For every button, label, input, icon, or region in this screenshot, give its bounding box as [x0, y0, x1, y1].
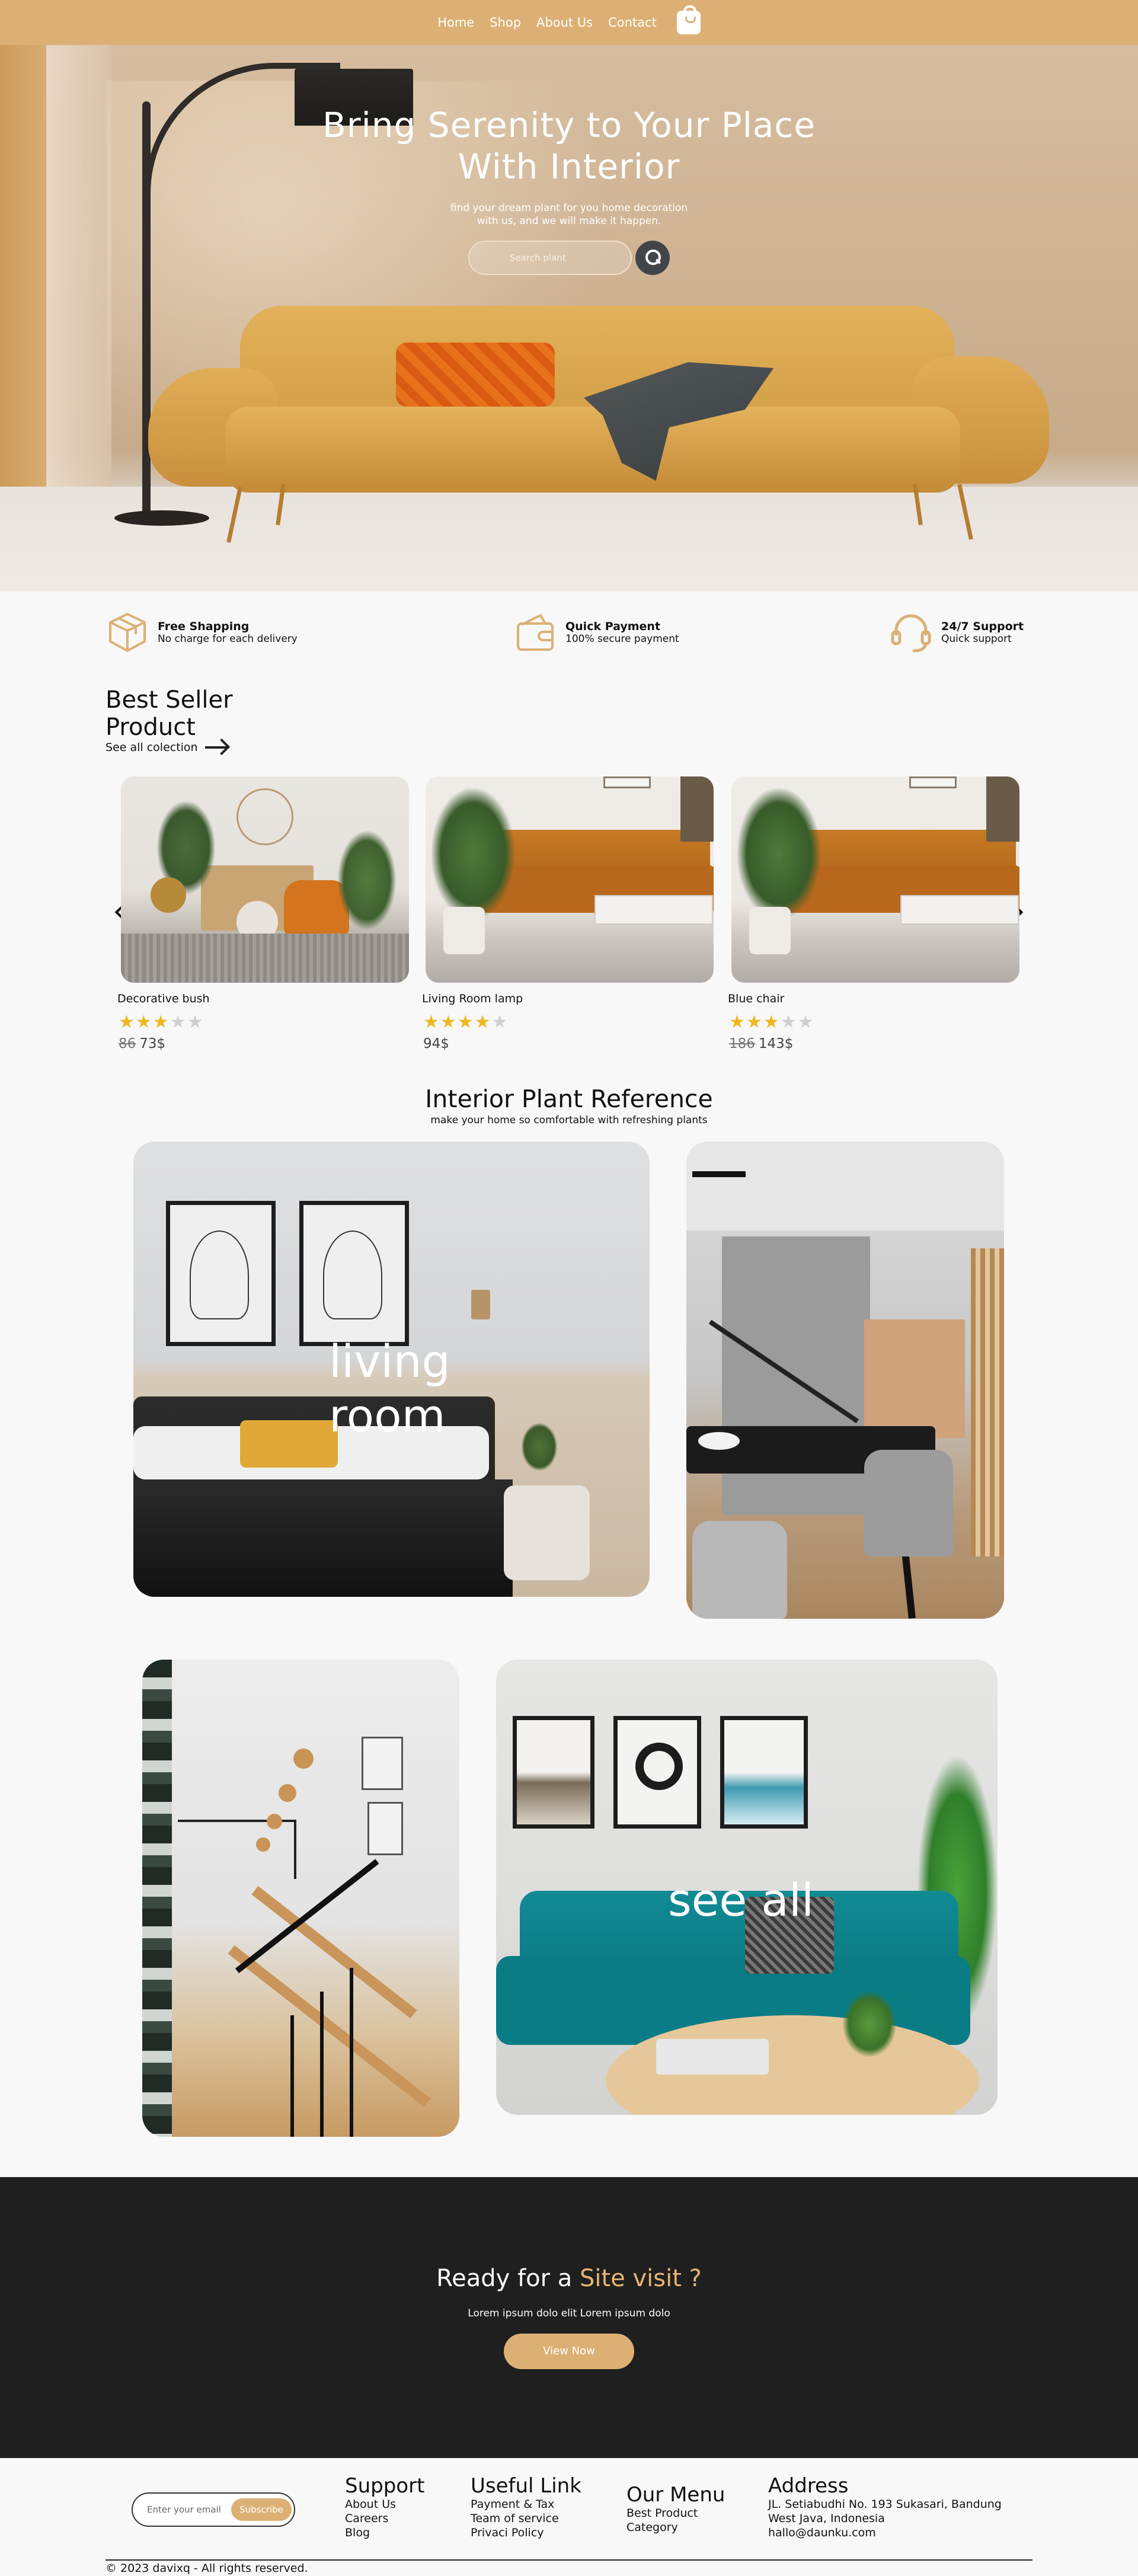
best-seller-title: Best Seller Product [106, 686, 260, 741]
product-price: 186 143$ [729, 1036, 1019, 1052]
footer-link[interactable]: Blog [345, 2526, 424, 2540]
living-room-tile[interactable]: living room [133, 1142, 650, 1597]
hero-title: Bring Serenity to Your Place With Interi… [0, 104, 1138, 187]
product-card[interactable]: Decorative bush ★★★★★ 86 73$ [117, 776, 409, 1052]
feature-title: Free Shapping [158, 620, 250, 633]
product-rating: ★★★★★ [119, 1012, 204, 1033]
product-new-price: 73$ [139, 1036, 166, 1052]
product-old-price: 86 [119, 1036, 136, 1052]
feature-title: 24/7 Support [941, 620, 1024, 633]
product-image [731, 776, 1019, 983]
living-room-label: living room [329, 1334, 450, 1443]
stairs-tile[interactable] [142, 1660, 459, 2137]
footer-link[interactable]: Category [626, 2520, 725, 2535]
product-card[interactable]: Living Room lamp ★★★★★ 94$ [422, 776, 714, 1052]
feature-quick-payment: Quick Payment 100% secure payment [513, 611, 679, 654]
feature-title: Quick Payment [565, 620, 661, 633]
product-image [121, 776, 409, 983]
see-all-collection-label: See all colection [106, 741, 198, 754]
see-all-collection-link[interactable]: See all colection [106, 741, 228, 754]
copyright: © 2023 davixq - All rights reserved. [106, 2562, 308, 2575]
best-seller-title-line2: Product [106, 714, 196, 741]
feature-free-shipping: Free Shapping No charge for each deliver… [106, 611, 298, 654]
search-input[interactable]: Search plant [468, 241, 632, 275]
footer-link[interactable]: Payment & Tax [471, 2497, 581, 2511]
wallet-icon [513, 611, 557, 654]
product-price: 86 73$ [119, 1036, 409, 1052]
footer-useful-links: Useful Link Payment & Tax Team of servic… [471, 2475, 581, 2540]
hero-subtitle: find your dream plant for you home decor… [0, 202, 1138, 228]
sofa-pillow [396, 343, 555, 407]
footer-link[interactable]: Best Product [626, 2506, 725, 2520]
footer-divider [106, 2559, 1032, 2561]
dining-room-tile[interactable] [686, 1142, 1004, 1619]
cta-title-start: Ready for a [436, 2265, 580, 2292]
product-price: 94$ [423, 1036, 714, 1052]
hero-floor [0, 487, 1138, 592]
footer-heading: Support [345, 2474, 425, 2498]
sofa-seat [225, 407, 960, 493]
address-line: JL. Setiabudhi No. 193 Sukasari, Bandung [768, 2498, 1002, 2511]
box-icon [106, 611, 149, 654]
view-now-button[interactable]: View Now [504, 2334, 634, 2369]
nav-shop[interactable]: Shop [490, 15, 521, 30]
search-icon[interactable] [635, 241, 670, 275]
product-name: Living Room lamp [422, 992, 523, 1005]
cta-title: Ready for a Site visit ? [0, 2265, 1138, 2292]
headset-icon [889, 611, 933, 654]
feature-desc: Quick support [941, 633, 1012, 645]
footer-heading: Address [768, 2474, 849, 2498]
living-room-label-line2: room [329, 1389, 446, 1442]
cta-title-highlight: Site visit ? [579, 2265, 702, 2292]
product-old-price: 186 [729, 1036, 755, 1052]
nav-home[interactable]: Home [437, 15, 474, 30]
hero-subtitle-line2: with us, and we will make it happen. [477, 215, 661, 227]
arrow-right-icon [204, 746, 228, 749]
address-line: West Java, Indonesia [768, 2512, 885, 2525]
footer-support: Support About Us Careers Blog [345, 2475, 424, 2540]
feature-desc: 100% secure payment [565, 633, 679, 645]
cta-text: Lorem ipsum dolo elit Lorem ipsum dolo [468, 2307, 670, 2319]
floor-lamp-base [114, 510, 209, 526]
feature-support: 24/7 Support Quick support [889, 611, 1024, 654]
see-all-tile[interactable]: see all [496, 1660, 998, 2115]
hero-title-line1: Bring Serenity to Your Place [322, 105, 816, 145]
page: Home Shop About Us Contact Bring Serenit… [0, 0, 1138, 2576]
footer-link[interactable]: About Us [345, 2497, 424, 2511]
footer-heading: Useful Link [471, 2474, 581, 2498]
top-nav: Home Shop About Us Contact [0, 0, 1138, 45]
product-new-price: 143$ [758, 1036, 794, 1052]
product-rating: ★★★★★ [423, 1012, 509, 1033]
cta-section: Ready for a Site visit ? Lorem ipsum dol… [0, 2177, 1138, 2458]
product-image [426, 776, 714, 983]
best-seller-title-line1: Best Seller [106, 686, 233, 714]
references-subtitle: make your home so comfortable with refre… [430, 1114, 708, 1126]
living-room-label-line1: living [329, 1335, 450, 1388]
product-rating: ★★★★★ [729, 1012, 815, 1033]
footer-link[interactable]: Careers [345, 2511, 424, 2526]
product-new-price: 94$ [423, 1036, 449, 1052]
see-all-label: see all [668, 1874, 814, 1926]
footer-heading: Our Menu [626, 2483, 725, 2507]
product-name: Blue chair [728, 992, 785, 1005]
footer-link[interactable]: Team of service [471, 2511, 581, 2526]
footer-menu: Our Menu Best Product Category [626, 2484, 725, 2535]
email-field[interactable]: Enter your email [147, 2504, 221, 2515]
references-title: Interior Plant Reference [425, 1085, 713, 1113]
footer-address: Address JL. Setiabudhi No. 193 Sukasari,… [768, 2475, 1002, 2540]
feature-desc: No charge for each delivery [158, 633, 298, 645]
hero-subtitle-line1: find your dream plant for you home decor… [450, 202, 688, 214]
product-card[interactable]: Blue chair ★★★★★ 186 143$ [728, 776, 1019, 1052]
nav-about-us[interactable]: About Us [536, 15, 593, 30]
hero-title-line2: With Interior [458, 146, 680, 187]
footer-link[interactable]: Privaci Policy [471, 2526, 581, 2540]
hero-section: Bring Serenity to Your Place With Interi… [0, 45, 1138, 592]
product-name: Decorative bush [117, 992, 210, 1005]
nav-contact[interactable]: Contact [608, 15, 657, 30]
newsletter-form: Enter your email Subscribe [132, 2492, 295, 2527]
email-link[interactable]: hallo@daunku.com [768, 2526, 1002, 2540]
shopping-bag-icon[interactable] [676, 5, 701, 34]
subscribe-button[interactable]: Subscribe [231, 2498, 292, 2521]
